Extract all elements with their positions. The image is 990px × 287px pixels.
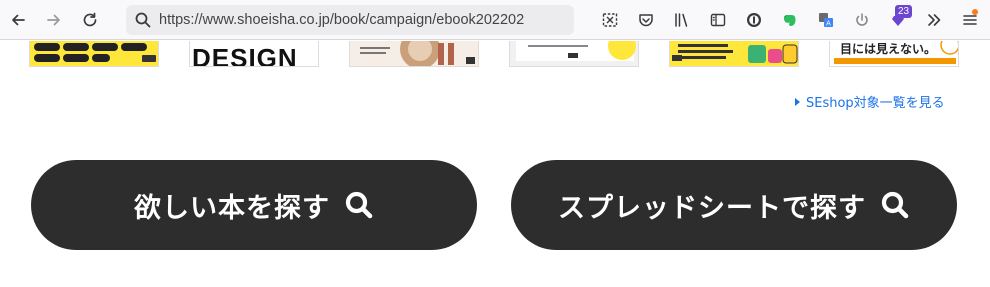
- update-notification-dot: [972, 9, 978, 15]
- pocket-icon: [639, 14, 653, 27]
- cover-tag: [92, 43, 118, 51]
- overflow-icon: [928, 14, 941, 26]
- sidebar-button[interactable]: [704, 6, 732, 34]
- cover-illustration: [360, 41, 475, 66]
- evernote-icon: [784, 15, 796, 26]
- svg-text:A: A: [826, 21, 831, 28]
- browser-toolbar: https://www.shoeisha.co.jp/book/campaign…: [0, 0, 990, 40]
- url-text: https://www.shoeisha.co.jp/book/campaign…: [159, 12, 525, 28]
- pocket-button[interactable]: [632, 6, 660, 34]
- book-thumbnail[interactable]: DESIGN: [189, 41, 319, 67]
- sidebar-icon: [710, 13, 726, 27]
- library-icon: [675, 13, 688, 27]
- back-icon: [12, 14, 25, 26]
- adblock-icon: [747, 13, 761, 27]
- back-button[interactable]: [4, 6, 32, 34]
- overflow-button[interactable]: [920, 6, 948, 34]
- address-bar[interactable]: https://www.shoeisha.co.jp/book/campaign…: [126, 5, 574, 35]
- power-icon: [856, 13, 868, 26]
- cover-tag: [63, 54, 89, 62]
- cover-illustration: [672, 44, 798, 64]
- search-icon: [881, 191, 909, 219]
- reload-button[interactable]: [76, 6, 104, 34]
- forward-icon: [47, 14, 60, 26]
- cover-tag: [34, 43, 60, 51]
- extension-count-badge: 23: [895, 5, 912, 18]
- find-in-spreadsheet-button[interactable]: スプレッドシートで探す: [511, 160, 957, 250]
- translate-icon: A: [819, 13, 833, 28]
- book-thumbnail[interactable]: 目には見えない。: [829, 41, 959, 67]
- screenshot-button[interactable]: [596, 6, 624, 34]
- book-thumbnail[interactable]: [669, 41, 799, 67]
- evernote-button[interactable]: [776, 6, 804, 34]
- power-button[interactable]: [848, 6, 876, 34]
- book-thumbnail[interactable]: [349, 41, 479, 67]
- cover-title: DESIGN: [192, 43, 298, 67]
- find-book-button-label: 欲しい本を探す: [134, 192, 330, 224]
- cover-tag: [92, 54, 110, 62]
- cover-tag: [121, 43, 147, 51]
- cover-tag: [63, 43, 89, 51]
- menu-button[interactable]: [956, 6, 984, 34]
- publisher-logo: [142, 55, 156, 62]
- adblock-button[interactable]: [740, 6, 768, 34]
- cover-decoration: [834, 41, 958, 64]
- book-thumbnail[interactable]: [29, 41, 159, 67]
- library-button[interactable]: [668, 6, 696, 34]
- screenshot-icon: [602, 13, 618, 27]
- search-icon: [135, 12, 151, 28]
- book-thumbnail[interactable]: [509, 41, 639, 67]
- seshop-list-link-label: SEshop対象一覧を見る: [806, 96, 945, 111]
- book-thumbnail-row: DESIGN 目には見えない。: [0, 41, 990, 67]
- seshop-list-link[interactable]: SEshop対象一覧を見る: [795, 92, 945, 111]
- caret-right-icon: [795, 97, 800, 106]
- search-icon: [345, 191, 373, 219]
- find-in-spreadsheet-button-label: スプレッドシートで探す: [558, 192, 866, 224]
- cover-illustration: [516, 41, 636, 61]
- forward-button[interactable]: [40, 6, 68, 34]
- reload-icon: [83, 12, 97, 27]
- find-book-button[interactable]: 欲しい本を探す: [31, 160, 477, 250]
- translate-button[interactable]: A: [812, 6, 840, 34]
- cover-tag: [34, 54, 60, 62]
